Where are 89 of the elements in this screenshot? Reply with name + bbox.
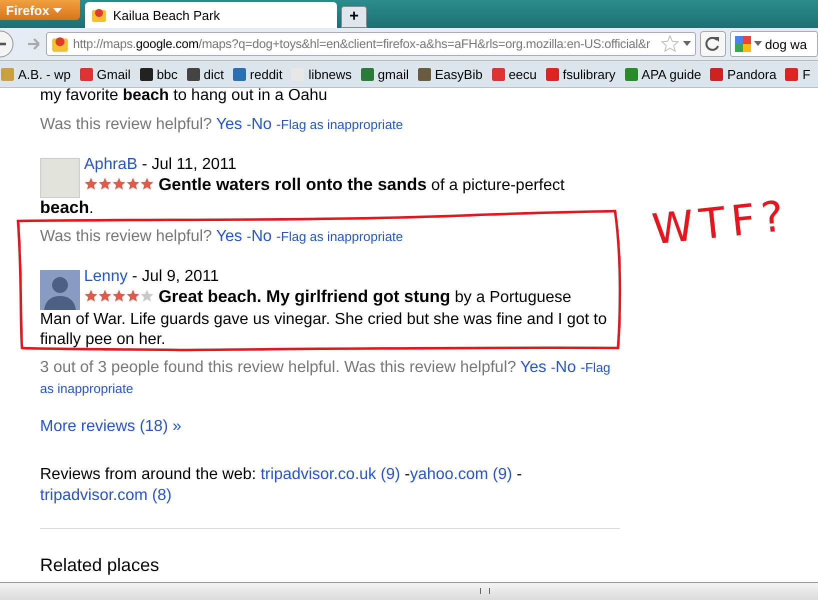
bookmark-item[interactable]: bbc [138, 66, 178, 82]
web-review-link[interactable]: tripadvisor.co.uk (9) [260, 466, 400, 483]
bookmark-item[interactable]: A.B. - wp [0, 66, 71, 82]
star-icon [112, 289, 126, 303]
vote-link[interactable]: No [251, 116, 272, 132]
favicon-icon [544, 66, 560, 82]
author-link[interactable]: Lenny [84, 268, 128, 284]
web-reviews-label: Reviews from around the web: [40, 466, 256, 483]
section-heading: Related places [40, 555, 160, 576]
map-pin-icon [91, 7, 107, 23]
photo-placeholder [40, 158, 80, 198]
avatar-silhouette-icon [40, 270, 80, 310]
favicon-icon [490, 66, 506, 82]
bookmark-item[interactable]: Gmail [78, 66, 131, 82]
bookmark-item[interactable]: libnews [290, 66, 352, 82]
star-icon[interactable] [661, 35, 679, 53]
separator: - [580, 358, 586, 374]
review-text: beach. [40, 198, 95, 218]
web-review-link[interactable]: tripadvisor.com (8) [40, 486, 172, 504]
bookmark-item[interactable]: gmail [360, 66, 409, 82]
web-review-link[interactable]: yahoo.com (9) [410, 466, 512, 483]
star-icon [98, 289, 112, 303]
separator: - [276, 116, 281, 132]
star-icon [112, 177, 126, 191]
vote-link[interactable]: Yes [216, 228, 242, 244]
review-date: - Jul 9, 2011 [132, 268, 219, 284]
handwritten-note: WTF? [650, 190, 792, 254]
google-g-icon [735, 36, 751, 52]
flag-link[interactable]: Flag as inappropriate [280, 116, 404, 132]
bookmark-item[interactable]: Pandora [709, 66, 776, 82]
helpful-question: Was this review helpful? [40, 116, 212, 132]
star-icon [126, 177, 140, 191]
favicon-icon [232, 66, 247, 82]
favicon-icon [138, 66, 154, 82]
flag-link[interactable]: as inappropriate [40, 380, 134, 396]
separator: - [404, 466, 410, 483]
review-text: Great beach. My girlfriend got stung by a Portuguese [158, 289, 572, 306]
separator: - [246, 228, 252, 244]
star-icon [98, 177, 112, 191]
author-link[interactable]: AphraB [84, 156, 138, 172]
vote-link[interactable]: No [556, 358, 576, 376]
review-text: my favorite beach to hang out in a Oahu [40, 86, 328, 106]
vote-link[interactable]: No [251, 228, 272, 244]
separator: - [550, 358, 556, 374]
bookmark-item[interactable]: APA guide [624, 66, 702, 82]
dropdown-caret-icon[interactable] [754, 41, 762, 47]
flag-link[interactable]: Flag as inappropriate [280, 228, 404, 244]
bookmark-item[interactable]: reddit [232, 66, 282, 82]
map-pin-icon [51, 35, 69, 53]
url-field[interactable]: http://maps.google.com/maps?q=dog+toys&hl=en&client=firefox-a&hs=aFH&rls=org.mozilla:en-US:official&r [46, 32, 696, 56]
bookmark-item[interactable]: EasyBib [416, 66, 483, 82]
vote-link[interactable]: Yes [520, 358, 546, 376]
favicon-icon [624, 66, 639, 82]
star-icon [126, 289, 140, 303]
star-icon [140, 177, 154, 191]
star-icon [140, 289, 154, 303]
bookmark-item[interactable]: F [784, 66, 810, 82]
review-text: Man of War. Life guards gave us vinegar. She cried but she was fine and I got to finally pee on her. [40, 310, 608, 350]
favicon-icon [416, 66, 432, 82]
bookmark-item[interactable]: fsulibrary [544, 66, 616, 82]
favicon-icon [186, 66, 201, 82]
bookmark-item[interactable]: eecu [490, 66, 537, 82]
browser-tab[interactable]: Kailua Beach Park [85, 2, 337, 28]
dropdown-caret-icon [52, 8, 62, 14]
helpful-question: Was this review helpful? [344, 358, 516, 376]
horizontal-scrollbar[interactable] [0, 582, 818, 600]
reload-icon[interactable] [700, 31, 726, 57]
helpful-count: 3 out of 3 people found this review helpful. [40, 358, 340, 376]
star-icon [84, 177, 98, 191]
favicon-icon [0, 66, 15, 82]
vote-link[interactable]: Yes [216, 116, 242, 132]
favicon-icon [709, 66, 724, 82]
helpful-question: Was this review helpful? [40, 228, 212, 244]
more-reviews-link[interactable]: More reviews (18) » [40, 416, 620, 437]
forward-icon[interactable] [26, 36, 42, 52]
favicon-icon [360, 66, 375, 82]
bookmark-item[interactable]: dict [186, 66, 224, 82]
separator: - [276, 228, 281, 244]
star-icon [84, 289, 98, 303]
flag-link[interactable]: Flag [585, 360, 610, 374]
search-field[interactable]: dog wa [730, 31, 818, 57]
separator: - [516, 466, 522, 483]
favicon-icon [78, 66, 94, 82]
separator: - [246, 116, 252, 132]
review-text: Gentle waters roll onto the sands of a picture-perfect [158, 177, 565, 194]
new-tab-button[interactable]: + [341, 6, 367, 28]
dropdown-caret-icon[interactable] [683, 41, 691, 47]
favicon-icon [784, 66, 800, 82]
review-date: - Jul 11, 2011 [142, 156, 236, 172]
